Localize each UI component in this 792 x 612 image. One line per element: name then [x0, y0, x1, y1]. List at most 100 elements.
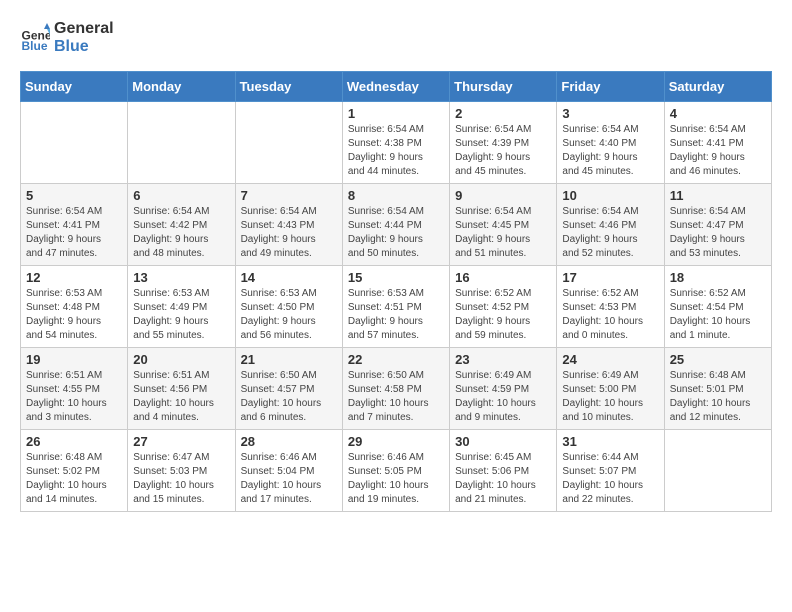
day-cell: 8 Sunrise: 6:54 AM Sunset: 4:44 PM Daylig…: [342, 184, 449, 266]
day-number: 11: [670, 188, 766, 203]
day-cell: 7Sunrise: 6:54 AM Sunset: 4:43 PM Daylig…: [235, 184, 342, 266]
day-number: 18: [670, 270, 766, 285]
day-number: 28: [241, 434, 337, 449]
day-number: 15: [348, 270, 444, 285]
weekday-header-monday: Monday: [128, 72, 235, 102]
weekday-header-thursday: Thursday: [450, 72, 557, 102]
day-info: Sunrise: 6:50 AM Sunset: 4:58 PM Dayligh…: [348, 369, 444, 425]
day-cell: 17 Sunrise: 6:52 AM Sunset: 4:53 PM Dayli…: [557, 266, 664, 348]
day-cell: 16 Sunrise: 6:52 AM Sunset: 4:52 PM Dayli…: [450, 266, 557, 348]
day-cell: 12 Sunrise: 6:53 AM Sunset: 4:48 PM Dayli…: [21, 266, 128, 348]
weekday-header-saturday: Saturday: [664, 72, 771, 102]
weekday-header-row: SundayMondayTuesdayWednesdayThursdayFrid…: [21, 72, 772, 102]
day-cell: [235, 102, 342, 184]
day-info: Sunrise: 6:54 AM Sunset: 4:38 PM Dayligh…: [348, 123, 444, 179]
day-cell: 5 Sunrise: 6:54 AM Sunset: 4:41 PM Daylig…: [21, 184, 128, 266]
day-cell: 25 Sunrise: 6:48 AM Sunset: 5:01 PM Dayli…: [664, 348, 771, 430]
logo-general: General: [54, 20, 114, 38]
day-info: Sunrise: 6:54 AM Sunset: 4:47 PM Dayligh…: [670, 205, 766, 261]
day-cell: 19 Sunrise: 6:51 AM Sunset: 4:55 PM Dayli…: [21, 348, 128, 430]
day-number: 27: [133, 434, 229, 449]
day-number: 19: [26, 352, 122, 367]
day-number: 22: [348, 352, 444, 367]
day-info: Sunrise: 6:54 AM Sunset: 4:46 PM Dayligh…: [562, 205, 658, 261]
day-info: Sunrise: 6:50 AM Sunset: 4:57 PM Dayligh…: [241, 369, 337, 425]
day-info: Sunrise: 6:53 AM Sunset: 4:50 PM Dayligh…: [241, 287, 337, 343]
day-cell: 13 Sunrise: 6:53 AM Sunset: 4:49 PM Dayli…: [128, 266, 235, 348]
day-number: 1: [348, 106, 444, 121]
weekday-header-tuesday: Tuesday: [235, 72, 342, 102]
day-cell: 26Sunrise: 6:48 AM Sunset: 5:02 PM Dayli…: [21, 430, 128, 512]
day-info: Sunrise: 6:47 AM Sunset: 5:03 PM Dayligh…: [133, 451, 229, 507]
day-cell: 31 Sunrise: 6:44 AM Sunset: 5:07 PM Dayli…: [557, 430, 664, 512]
day-cell: 1 Sunrise: 6:54 AM Sunset: 4:38 PM Daylig…: [342, 102, 449, 184]
day-info: Sunrise: 6:48 AM Sunset: 5:02 PM Dayligh…: [26, 451, 122, 507]
logo-blue: Blue: [54, 38, 114, 56]
week-row-3: 12 Sunrise: 6:53 AM Sunset: 4:48 PM Dayli…: [21, 266, 772, 348]
day-info: Sunrise: 6:48 AM Sunset: 5:01 PM Dayligh…: [670, 369, 766, 425]
day-info: Sunrise: 6:49 AM Sunset: 5:00 PM Dayligh…: [562, 369, 658, 425]
day-number: 3: [562, 106, 658, 121]
day-info: Sunrise: 6:53 AM Sunset: 4:51 PM Dayligh…: [348, 287, 444, 343]
day-info: Sunrise: 6:54 AM Sunset: 4:44 PM Dayligh…: [348, 205, 444, 261]
day-info: Sunrise: 6:51 AM Sunset: 4:55 PM Dayligh…: [26, 369, 122, 425]
day-info: Sunrise: 6:53 AM Sunset: 4:49 PM Dayligh…: [133, 287, 229, 343]
day-number: 13: [133, 270, 229, 285]
day-cell: 30 Sunrise: 6:45 AM Sunset: 5:06 PM Dayli…: [450, 430, 557, 512]
day-info: Sunrise: 6:44 AM Sunset: 5:07 PM Dayligh…: [562, 451, 658, 507]
weekday-header-wednesday: Wednesday: [342, 72, 449, 102]
day-number: 2: [455, 106, 551, 121]
day-cell: [664, 430, 771, 512]
day-cell: 10 Sunrise: 6:54 AM Sunset: 4:46 PM Dayli…: [557, 184, 664, 266]
day-cell: 3 Sunrise: 6:54 AM Sunset: 4:40 PM Daylig…: [557, 102, 664, 184]
day-cell: 11 Sunrise: 6:54 AM Sunset: 4:47 PM Dayli…: [664, 184, 771, 266]
day-info: Sunrise: 6:52 AM Sunset: 4:52 PM Dayligh…: [455, 287, 551, 343]
day-info: Sunrise: 6:46 AM Sunset: 5:05 PM Dayligh…: [348, 451, 444, 507]
day-info: Sunrise: 6:45 AM Sunset: 5:06 PM Dayligh…: [455, 451, 551, 507]
day-info: Sunrise: 6:52 AM Sunset: 4:53 PM Dayligh…: [562, 287, 658, 343]
day-info: Sunrise: 6:54 AM Sunset: 4:41 PM Dayligh…: [26, 205, 122, 261]
day-number: 7: [241, 188, 337, 203]
day-number: 14: [241, 270, 337, 285]
day-number: 12: [26, 270, 122, 285]
day-cell: 6Sunrise: 6:54 AM Sunset: 4:42 PM Daylig…: [128, 184, 235, 266]
day-number: 29: [348, 434, 444, 449]
day-info: Sunrise: 6:54 AM Sunset: 4:39 PM Dayligh…: [455, 123, 551, 179]
day-number: 16: [455, 270, 551, 285]
weekday-header-friday: Friday: [557, 72, 664, 102]
day-number: 5: [26, 188, 122, 203]
day-cell: 2 Sunrise: 6:54 AM Sunset: 4:39 PM Daylig…: [450, 102, 557, 184]
day-cell: 21 Sunrise: 6:50 AM Sunset: 4:57 PM Dayli…: [235, 348, 342, 430]
day-number: 17: [562, 270, 658, 285]
day-number: 10: [562, 188, 658, 203]
day-number: 6: [133, 188, 229, 203]
header: General Blue General Blue: [20, 20, 772, 55]
day-number: 31: [562, 434, 658, 449]
day-info: Sunrise: 6:54 AM Sunset: 4:40 PM Dayligh…: [562, 123, 658, 179]
day-cell: 27 Sunrise: 6:47 AM Sunset: 5:03 PM Dayli…: [128, 430, 235, 512]
day-number: 8: [348, 188, 444, 203]
day-cell: 15 Sunrise: 6:53 AM Sunset: 4:51 PM Dayli…: [342, 266, 449, 348]
day-cell: 18Sunrise: 6:52 AM Sunset: 4:54 PM Dayli…: [664, 266, 771, 348]
week-row-5: 26Sunrise: 6:48 AM Sunset: 5:02 PM Dayli…: [21, 430, 772, 512]
logo-icon: General Blue: [20, 23, 50, 53]
day-info: Sunrise: 6:54 AM Sunset: 4:41 PM Dayligh…: [670, 123, 766, 179]
day-number: 21: [241, 352, 337, 367]
page-container: General Blue General Blue SundayMondayTu…: [0, 0, 792, 532]
day-number: 23: [455, 352, 551, 367]
day-cell: 4 Sunrise: 6:54 AM Sunset: 4:41 PM Daylig…: [664, 102, 771, 184]
calendar-table: SundayMondayTuesdayWednesdayThursdayFrid…: [20, 71, 772, 512]
day-number: 4: [670, 106, 766, 121]
day-info: Sunrise: 6:53 AM Sunset: 4:48 PM Dayligh…: [26, 287, 122, 343]
week-row-2: 5 Sunrise: 6:54 AM Sunset: 4:41 PM Daylig…: [21, 184, 772, 266]
day-cell: 28Sunrise: 6:46 AM Sunset: 5:04 PM Dayli…: [235, 430, 342, 512]
day-info: Sunrise: 6:54 AM Sunset: 4:45 PM Dayligh…: [455, 205, 551, 261]
day-cell: 23Sunrise: 6:49 AM Sunset: 4:59 PM Dayli…: [450, 348, 557, 430]
logo: General Blue General Blue: [20, 20, 114, 55]
day-cell: [21, 102, 128, 184]
day-cell: 20Sunrise: 6:51 AM Sunset: 4:56 PM Dayli…: [128, 348, 235, 430]
day-number: 9: [455, 188, 551, 203]
day-number: 25: [670, 352, 766, 367]
day-number: 30: [455, 434, 551, 449]
day-cell: [128, 102, 235, 184]
